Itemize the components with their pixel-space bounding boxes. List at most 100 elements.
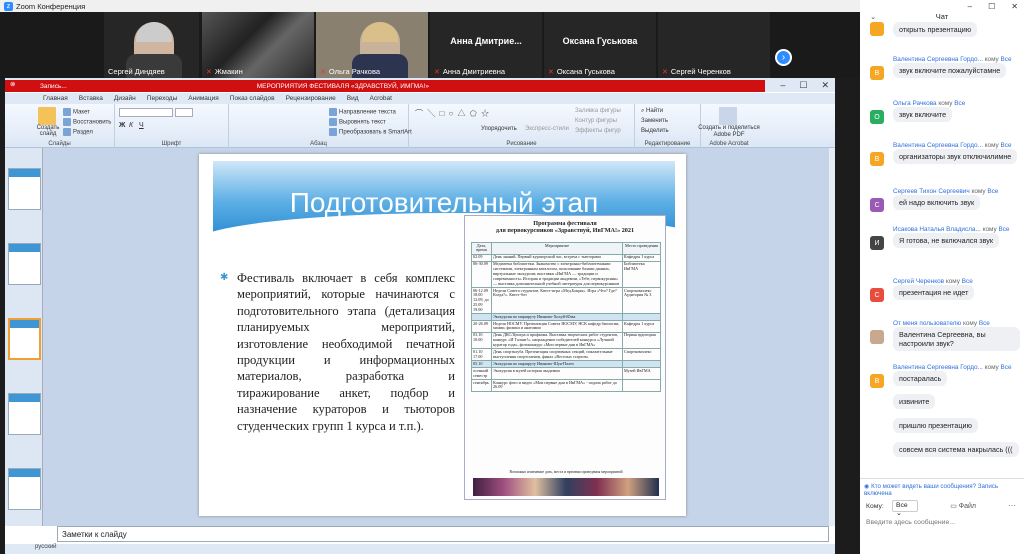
replace-button[interactable]: Заменить [641, 118, 668, 124]
underline-button[interactable]: Ч [139, 122, 144, 129]
participant-tile[interactable]: ✕ Сергей Черенков [658, 12, 770, 78]
mic-muted-icon: ✕ [548, 68, 554, 76]
close-icon[interactable]: ✕ [1011, 2, 1018, 11]
chat-message: Исакова Наталья Владисла... кому Все И Я г… [868, 226, 1020, 250]
chat-panel: – ☐ ✕ ⌄ Чат открыть презентацию Валентина… [860, 0, 1024, 554]
menu-item[interactable]: Дизайн [114, 95, 136, 102]
font-size-select[interactable] [175, 108, 193, 117]
close-icon[interactable]: ✕ [821, 80, 829, 91]
adobe-pdf-button[interactable]: Создать и поделиться Adobe PDF [691, 107, 767, 139]
mic-muted-icon: ✕ [434, 68, 440, 76]
program-row: 01.10 17.00 День спортклуба. Презентация … [471, 348, 661, 362]
next-page-button[interactable]: › [775, 49, 792, 66]
program-row: 06-12.09 18.00 12.09, до 25.09 19.00 Неде… [471, 286, 661, 315]
participant-tile[interactable]: Оксана Гуськова ✕ Оксана Гуськова [544, 12, 656, 78]
slide-notes[interactable]: Заметки к слайду [57, 526, 829, 542]
menu-item[interactable]: Главная [43, 95, 68, 102]
ribbon-group-font: Ж К Ч Шрифт [115, 104, 229, 148]
maximize-icon[interactable]: ☐ [988, 2, 995, 11]
program-cell-place: Библиотека ИвГМА [622, 260, 661, 288]
more-icon[interactable]: ··· [1008, 501, 1016, 510]
current-slide[interactable]: Подготовительный этап ✱ Фестиваль включа… [199, 154, 686, 516]
participant-tile[interactable]: Сергей Диндяев [104, 12, 199, 78]
recording-title: МЕРОПРИЯТИЯ ФЕСТИВАЛЯ «ЗДРАВСТВУЙ, ИМГМА… [256, 82, 429, 90]
quick-styles-button[interactable]: Экспресс-стили [525, 126, 569, 132]
zoom-logo-icon: z [4, 1, 13, 11]
participant-tile[interactable]: ✕ Жмакин [202, 12, 314, 78]
participant-video [126, 22, 182, 78]
create-slide-button[interactable]: Создать слайд [35, 107, 61, 137]
arrange-button[interactable]: Упорядочить [481, 126, 517, 132]
reset-button[interactable]: Восстановить [63, 118, 111, 126]
chat-message-text: презентация не идет [893, 285, 975, 300]
chat-message-meta: Валентина Сергеевна Гордо... кому Все [893, 364, 1012, 371]
italic-button[interactable]: К [129, 122, 133, 129]
menu-item[interactable]: Анимация [188, 95, 219, 102]
bold-button[interactable]: Ж [119, 122, 125, 129]
file-button[interactable]: ▭ Файл [950, 502, 976, 510]
participant-tile[interactable]: Анна Дмитрие... ✕ Анна Дмитриевна [430, 12, 542, 78]
slide-thumbnail-selected[interactable] [8, 318, 41, 360]
menu-item[interactable]: Рецензирование [286, 95, 336, 102]
program-row: 20-26.09 Неделя НОСМУ. Презентация Совета… [471, 320, 661, 333]
program-cell-event: Конкурс фото и видео «Мои первые дни в И… [491, 379, 623, 392]
smartart-button[interactable]: Преобразовать в SmartArt [329, 128, 412, 136]
program-row: 05.10 Экскурсия по маршруту Иваново-Шуя-П… [471, 360, 661, 369]
slide-thumbnail[interactable] [8, 168, 41, 210]
chat-avatar: В [870, 374, 884, 388]
program-cell-event: Неделя НОСМУ. Презентация Совета НОСМУ, … [491, 320, 623, 333]
find-button[interactable]: ⌕ Найти [641, 108, 663, 115]
program-row: 06-30.09 Медиатека библиотеки. Знакомство… [471, 260, 661, 288]
chat-visibility-note[interactable]: ◉ Кто может видеть ваши сообщения? Запис… [864, 483, 1024, 497]
font-name-select[interactable] [119, 108, 173, 117]
program-cell-event: Экскурсия по маршруту Иваново-Холуй-Южа [491, 313, 623, 322]
outline-button[interactable]: Контур фигуры [575, 118, 617, 124]
select-button[interactable]: Выделить [641, 128, 669, 134]
chat-avatar: С [870, 288, 884, 302]
align-text-button[interactable]: Выровнять текст [329, 118, 386, 126]
effects-button[interactable]: Эффекты фигур [575, 128, 621, 134]
vertical-scrollbar[interactable] [829, 148, 835, 526]
menu-item[interactable]: Переходы [147, 95, 178, 102]
section-button[interactable]: Раздел [63, 128, 93, 136]
shapes-gallery[interactable]: ⌒ ╲ □ ○ △ ⬠ ☆ [415, 108, 490, 119]
slide-thumbnail[interactable] [8, 468, 41, 510]
chat-message-text: организаторы звук отключилимне [893, 149, 1018, 164]
layout-button[interactable]: Макет [63, 108, 90, 116]
chat-recipient-select[interactable]: Все ⌄ [892, 500, 918, 517]
chevron-down-icon[interactable]: ⌄ [870, 12, 876, 21]
chat-message-text: Валентина Сергеевна, вы настроили звук? [893, 327, 1020, 351]
participant-tile[interactable]: ✕ Ольга Рачкова [316, 12, 428, 78]
bullet-star-icon: ✱ [220, 272, 229, 283]
ppt-menu-bar: Главная Вставка Дизайн Переходы Анимация… [5, 93, 835, 104]
slide-thumbnail[interactable] [8, 243, 41, 285]
close-icon[interactable]: ⊗ [10, 80, 15, 88]
participant-name: ✕ Жмакин [206, 67, 243, 76]
festival-program-image: Программа фестиваля для первокурсников «З… [464, 215, 666, 500]
text-direction-button[interactable]: Направление текста [329, 108, 396, 116]
menu-item[interactable]: Показ слайдов [230, 95, 275, 102]
slide-thumbnails [5, 148, 43, 526]
menu-item[interactable]: Вставка [79, 95, 103, 102]
file-icon: ▭ [950, 503, 959, 510]
program-cell-event: День знаний. Первый кураторский час, вст… [491, 253, 623, 262]
ribbon-group-acrobat: Создать и поделиться Adobe PDF Adobe Acr… [698, 104, 760, 148]
chat-message-input[interactable] [866, 516, 1016, 528]
chat-message: открыть презентацию [868, 22, 1020, 37]
slide-thumbnail[interactable] [8, 393, 41, 435]
menu-item[interactable]: Вид [347, 95, 359, 102]
program-cell-date: 06-12.09 18.00 12.09, до 25.09 19.00 [471, 286, 492, 315]
smartart-icon [329, 128, 337, 136]
minimize-icon[interactable]: – [780, 80, 785, 90]
program-cell-event: День ДКС/Центра и профкома. Выставка тво… [491, 331, 623, 350]
chat-title: Чат [935, 12, 949, 21]
fill-button[interactable]: Заливка фигуры [575, 108, 621, 114]
menu-item[interactable]: Acrobat [370, 95, 392, 102]
chat-avatar: И [870, 236, 884, 250]
chat-message: совсем вся система накрылась ((( [868, 442, 1020, 457]
minimize-icon[interactable]: – [968, 2, 972, 11]
program-cell-place [622, 379, 661, 392]
program-cell-place: Спорткомплекс [622, 348, 661, 362]
program-cell-place: Первая аудитория [622, 331, 661, 350]
maximize-icon[interactable]: ☐ [799, 80, 807, 91]
